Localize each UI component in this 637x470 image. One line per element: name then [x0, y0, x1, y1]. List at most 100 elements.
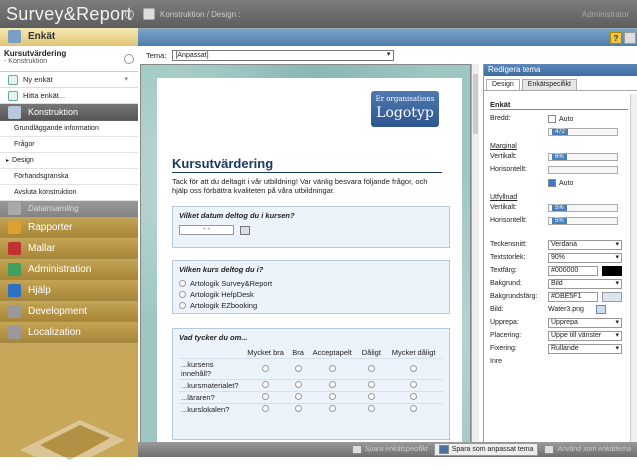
background-select[interactable]: Bild — [548, 279, 622, 289]
field-label: Textstorlek: — [490, 254, 526, 261]
auto-checkbox[interactable] — [548, 115, 556, 123]
sidebar-section-mallar[interactable]: Mallar — [0, 238, 138, 259]
calendar-icon[interactable] — [240, 225, 250, 235]
sidebar-item-design[interactable]: Design — [0, 153, 138, 169]
option-row[interactable]: Artologik Survey&Report — [179, 279, 443, 288]
text-color-input[interactable]: #000000 — [548, 266, 598, 276]
radio-button[interactable] — [410, 364, 418, 372]
logo-line2: Logotyp — [376, 105, 434, 121]
radio-button[interactable] — [294, 381, 302, 388]
tab-design[interactable]: Design — [486, 79, 520, 90]
question-title: Vilket datum deltog du i kursen? — [179, 211, 295, 220]
radio-button[interactable] — [328, 405, 336, 412]
decorative-graphic — [20, 420, 125, 470]
radio-button[interactable] — [410, 393, 418, 400]
data-icon — [8, 202, 21, 215]
sidebar-section-development[interactable]: Development — [0, 301, 138, 322]
sidebar-section-enkat[interactable]: Enkät — [0, 28, 138, 46]
radio-button[interactable] — [367, 364, 375, 372]
save-custom-theme-button[interactable]: Spara som anpassat tema — [433, 443, 539, 456]
radio-button[interactable] — [262, 393, 270, 400]
field-label: Bakgrundsfärg: — [490, 293, 538, 300]
radio-button[interactable] — [410, 405, 418, 412]
repeat-select[interactable]: Upprepa — [548, 318, 622, 328]
radio-button[interactable] — [367, 381, 375, 388]
radio-button[interactable] — [294, 393, 302, 400]
panel-scrollbar[interactable] — [630, 94, 637, 444]
group-enkat: Enkät — [490, 100, 628, 110]
option-row[interactable]: Artologik EZbooking — [179, 301, 443, 310]
background-color-input[interactable]: #DBE5F1 — [548, 292, 598, 302]
breadcrumb-text: Konstruktion / Design : — [160, 9, 241, 19]
sidebar-section-konstruktion[interactable]: Konstruktion — [0, 104, 138, 121]
field-label: Teckensnitt: — [490, 241, 527, 248]
radio-button[interactable] — [367, 405, 375, 412]
attachment-select[interactable]: Rullande — [548, 344, 622, 354]
radio-button[interactable] — [328, 393, 336, 400]
current-project: Kursutvärdering - Konstruktion — [0, 46, 138, 72]
radio-button[interactable] — [367, 393, 375, 400]
sidebar-section-administration[interactable]: Administration — [0, 259, 138, 280]
save-specific-button[interactable]: Spara enkätspecifikt — [351, 445, 428, 454]
field-label: Vertikalt: — [490, 153, 517, 160]
padding-h-slider[interactable]: 5% — [548, 217, 618, 225]
column-header: Mycket bra — [247, 348, 284, 357]
option-row[interactable]: Artologik HelpDesk — [179, 290, 443, 299]
sidebar-item-fragor[interactable]: Frågor — [0, 137, 138, 153]
auto-checkbox[interactable] — [548, 179, 556, 187]
tab-enkatspecifikt[interactable]: Enkätspecifikt — [521, 79, 577, 90]
section-label: Development — [28, 305, 87, 317]
margin-h-slider[interactable] — [548, 166, 618, 174]
date-input[interactable]: - - — [179, 225, 234, 235]
image-picker-icon[interactable] — [596, 305, 606, 314]
radio-button[interactable] — [179, 280, 186, 287]
breadcrumb: Konstruktion / Design : — [143, 8, 240, 20]
radio-button[interactable] — [410, 381, 418, 388]
radio-button[interactable] — [328, 364, 336, 372]
new-survey-action[interactable]: Ny enkät ▾ — [0, 72, 138, 88]
padding-v-slider[interactable]: 5% — [548, 204, 618, 212]
sidebar-section-hjalp[interactable]: Hjälp — [0, 280, 138, 301]
radio-button[interactable] — [294, 364, 302, 372]
sidebar-section-rapporter[interactable]: Rapporter — [0, 217, 138, 238]
home-icon[interactable] — [124, 54, 134, 64]
color-swatch[interactable] — [602, 266, 622, 276]
sidebar-item-avsluta[interactable]: Avsluta konstruktion — [0, 185, 138, 201]
position-select[interactable]: Uppe till vänster — [548, 331, 622, 341]
window-icon[interactable] — [624, 32, 636, 44]
top-bar: Survey&Report « Konstruktion / Design : A… — [0, 0, 637, 28]
radio-button[interactable] — [179, 302, 186, 309]
preview-scrollbar[interactable] — [471, 64, 479, 447]
matrix-row: ...läraren? — [179, 391, 443, 404]
color-swatch[interactable] — [602, 292, 622, 302]
sidebar-section-localization[interactable]: Localization — [0, 322, 138, 343]
user-name[interactable]: Administrator — [582, 10, 629, 19]
sidebar-item-forhandsgranska[interactable]: Förhandsgranska — [0, 169, 138, 185]
theme-properties: Enkät Bredd: Auto 472 Marginal Vertikalt:… — [490, 96, 628, 369]
collapse-icon[interactable]: « — [125, 10, 134, 19]
use-as-theme-button[interactable]: Använd som enkättema — [544, 445, 631, 454]
auto-checkbox-wrap[interactable]: Auto — [548, 179, 573, 187]
sidebar-item-grundlaggande[interactable]: Grundläggande information — [0, 121, 138, 137]
radio-button[interactable] — [294, 405, 302, 412]
auto-checkbox-wrap[interactable]: Auto — [548, 115, 573, 123]
radio-button[interactable] — [262, 381, 270, 388]
width-slider[interactable]: 472 — [548, 128, 618, 136]
section-label: Hjälp — [28, 284, 51, 296]
image-name: Water3.png — [548, 306, 584, 313]
tool-icon — [8, 325, 21, 339]
theme-select[interactable]: [Anpassat] — [172, 49, 395, 61]
radio-button[interactable] — [179, 291, 186, 298]
font-select[interactable]: Verdana — [548, 240, 622, 250]
radio-button[interactable] — [328, 381, 336, 388]
chevron-down-icon[interactable]: ▾ — [124, 75, 128, 83]
radio-button[interactable] — [262, 405, 270, 412]
text-size-select[interactable]: 90% — [548, 253, 622, 263]
title-divider — [172, 172, 442, 173]
find-survey-action[interactable]: Hitta enkät... — [0, 88, 138, 104]
radio-button[interactable] — [262, 364, 270, 372]
save-icon — [351, 445, 362, 454]
margin-v-slider[interactable]: 6% — [548, 153, 618, 161]
field-label: Horisontellt: — [490, 217, 527, 224]
help-button[interactable]: ? — [610, 32, 622, 44]
